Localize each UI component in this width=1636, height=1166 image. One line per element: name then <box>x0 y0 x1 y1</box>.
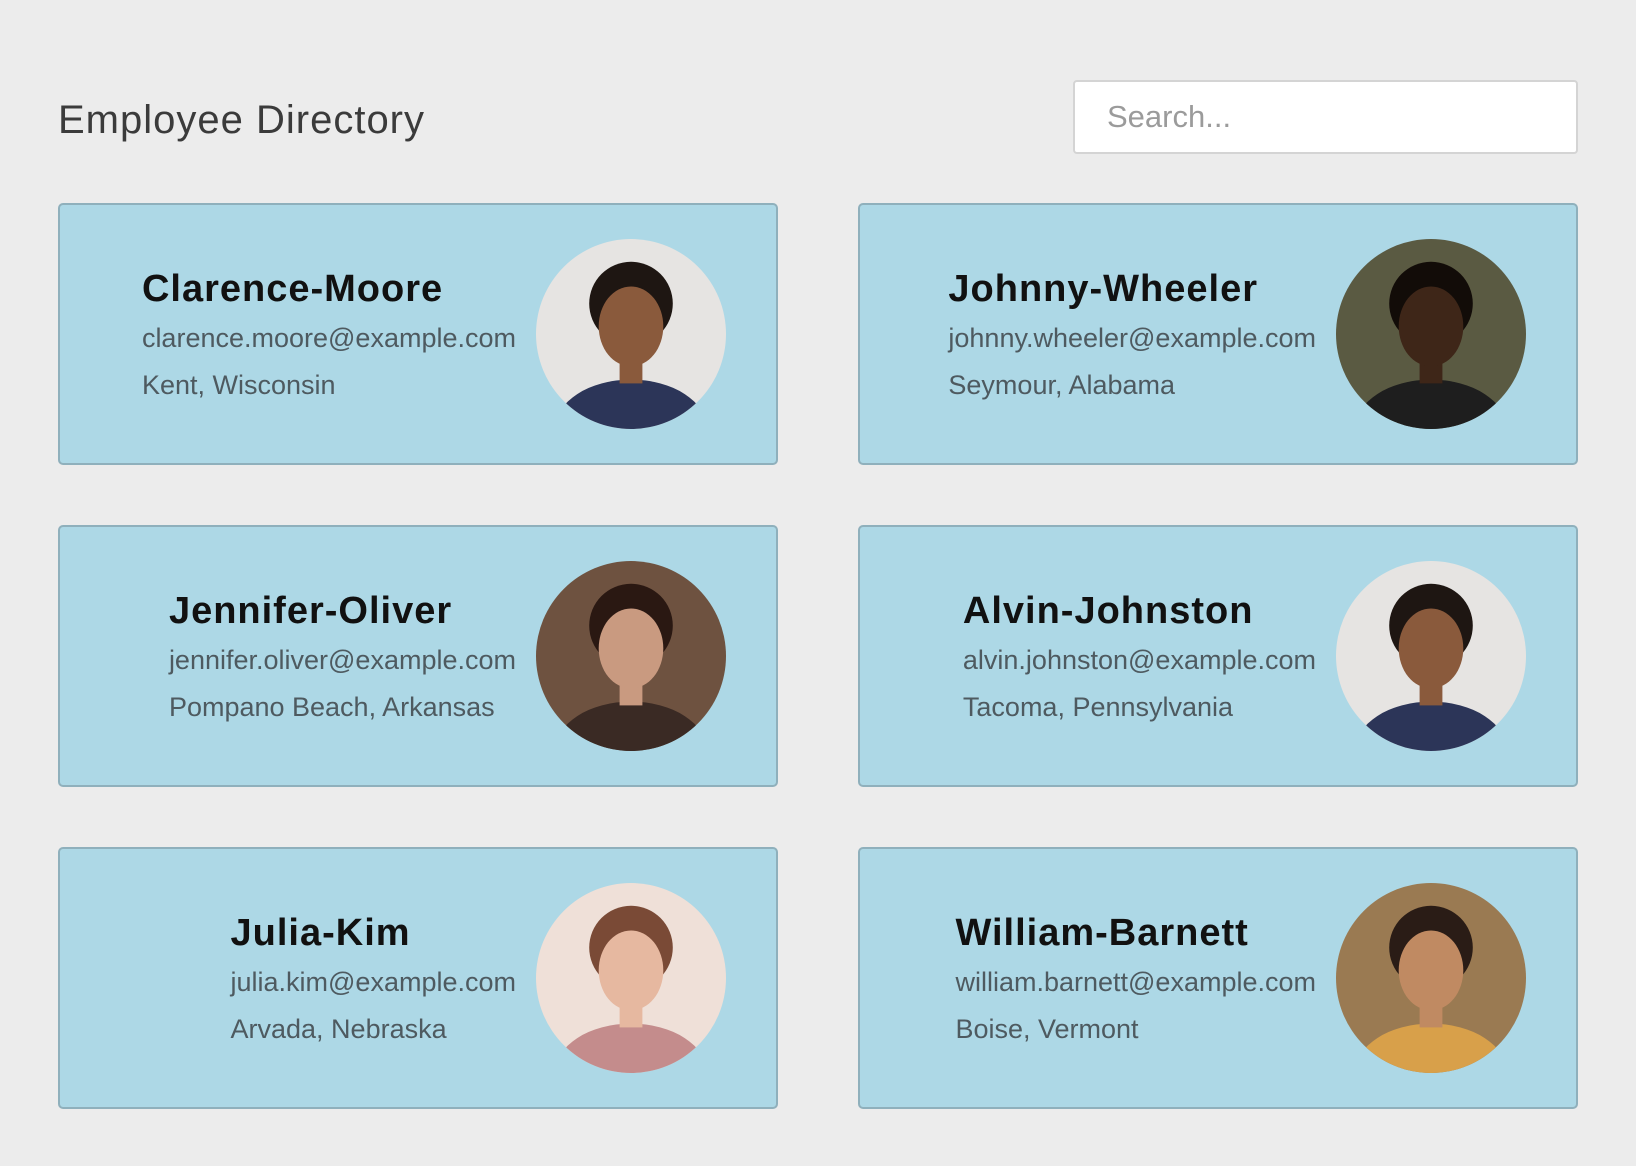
employee-card[interactable]: Clarence-Moore clarence.moore@example.co… <box>58 203 778 465</box>
avatar <box>536 883 726 1073</box>
employee-location: Seymour, Alabama <box>948 369 1176 400</box>
employee-name: Alvin-Johnston <box>962 589 1254 632</box>
employee-grid: Clarence-Moore clarence.moore@example.co… <box>58 203 1578 1109</box>
header: Employee Directory <box>58 80 1578 154</box>
employee-info: Clarence-Moore clarence.moore@example.co… <box>100 268 536 401</box>
employee-info: Alvin-Johnston alvin.johnston@example.co… <box>900 590 1336 723</box>
employee-location: Arvada, Nebraska <box>230 1013 447 1044</box>
employee-email: william.barnett@example.com <box>955 966 1316 997</box>
employee-email: julia.kim@example.com <box>230 966 517 997</box>
avatar <box>536 239 726 429</box>
employee-card[interactable]: Johnny-Wheeler johnny.wheeler@example.co… <box>858 203 1578 465</box>
employee-location: Boise, Vermont <box>955 1013 1139 1044</box>
avatar <box>1336 561 1526 751</box>
employee-info: Jennifer-Oliver jennifer.oliver@example.… <box>100 590 536 723</box>
employee-card[interactable]: Julia-Kim julia.kim@example.com Arvada, … <box>58 847 778 1109</box>
employee-card[interactable]: Alvin-Johnston alvin.johnston@example.co… <box>858 525 1578 787</box>
employee-name: William-Barnett <box>955 911 1249 954</box>
employee-name: Julia-Kim <box>230 911 411 954</box>
search-input[interactable] <box>1073 80 1578 154</box>
employee-name: Jennifer-Oliver <box>168 589 453 632</box>
employee-email: johnny.wheeler@example.com <box>948 322 1316 353</box>
employee-name: Clarence-Moore <box>141 267 444 310</box>
employee-location: Pompano Beach, Arkansas <box>168 691 495 722</box>
employee-location: Tacoma, Pennsylvania <box>962 691 1234 722</box>
employee-email: jennifer.oliver@example.com <box>168 644 516 675</box>
avatar <box>1336 239 1526 429</box>
avatar <box>1336 883 1526 1073</box>
employee-name: Johnny-Wheeler <box>948 267 1259 310</box>
employee-card[interactable]: William-Barnett william.barnett@example.… <box>858 847 1578 1109</box>
employee-card[interactable]: Jennifer-Oliver jennifer.oliver@example.… <box>58 525 778 787</box>
employee-email: clarence.moore@example.com <box>141 322 516 353</box>
employee-info: William-Barnett william.barnett@example.… <box>900 912 1336 1045</box>
employee-email: alvin.johnston@example.com <box>962 644 1316 675</box>
page-title: Employee Directory <box>58 98 426 142</box>
avatar <box>536 561 726 751</box>
employee-info: Johnny-Wheeler johnny.wheeler@example.co… <box>900 268 1336 401</box>
employee-location: Kent, Wisconsin <box>141 369 336 400</box>
employee-info: Julia-Kim julia.kim@example.com Arvada, … <box>100 912 536 1045</box>
